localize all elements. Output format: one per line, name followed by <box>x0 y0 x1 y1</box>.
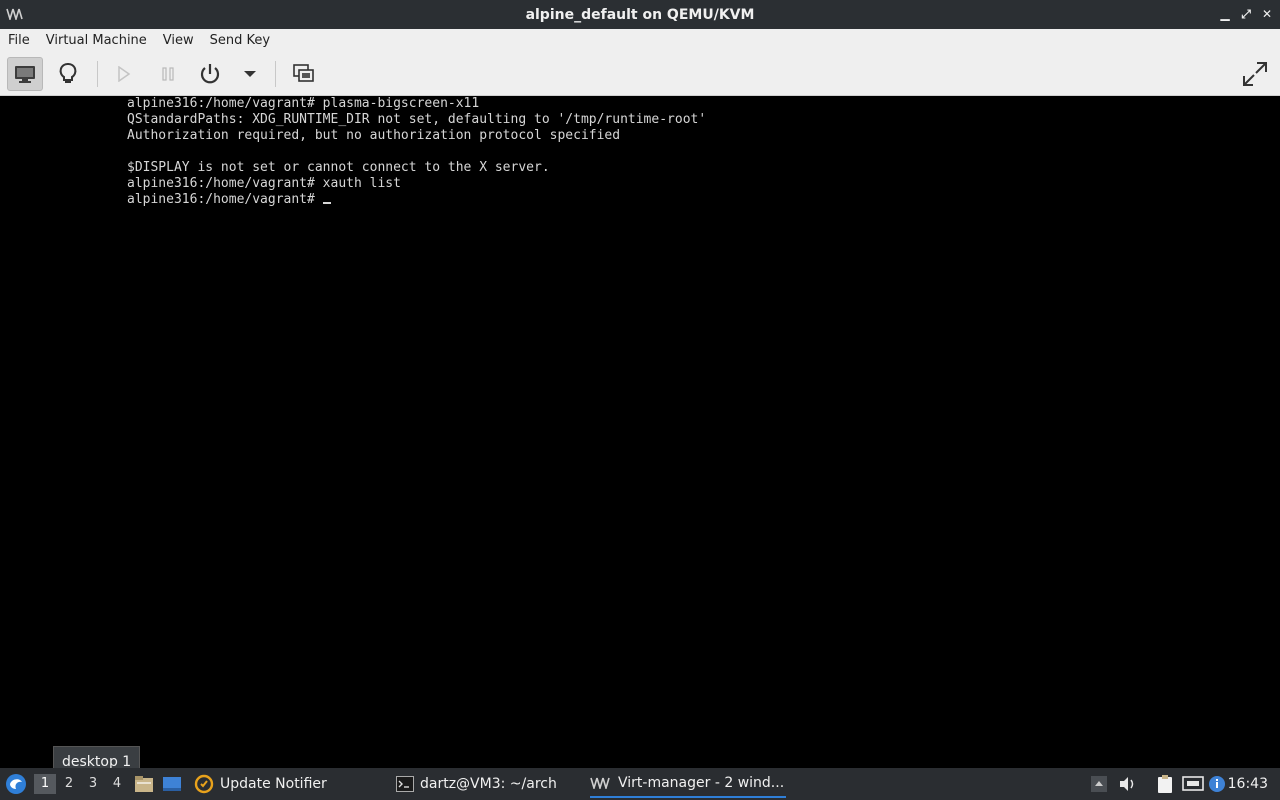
menu-virtual-machine[interactable]: Virtual Machine <box>38 29 155 53</box>
desktop-2-button[interactable]: 2 <box>58 774 80 794</box>
fullscreen-button[interactable] <box>1237 57 1273 91</box>
menu-file[interactable]: File <box>0 29 38 53</box>
terminal-icon <box>396 776 414 792</box>
start-menu-button[interactable] <box>5 768 27 800</box>
task-update-notifier[interactable]: Update Notifier <box>194 770 327 798</box>
close-button[interactable]: ✕ <box>1259 6 1275 22</box>
clipboard-icon <box>1158 775 1172 793</box>
console-output: alpine316:/home/vagrant# plasma-bigscree… <box>127 96 706 208</box>
notification-tray[interactable] <box>1208 768 1226 800</box>
info-icon <box>1209 776 1225 792</box>
task-virt-manager[interactable]: Virt-manager - 2 wind... <box>590 770 786 798</box>
text-cursor <box>322 202 331 204</box>
play-icon <box>118 66 131 82</box>
power-icon <box>200 64 220 84</box>
network-tray[interactable] <box>1182 768 1204 800</box>
shutdown-button[interactable] <box>192 57 228 91</box>
clipboard-tray[interactable] <box>1156 768 1174 800</box>
start-menu-icon <box>6 774 26 794</box>
window-title: alpine_default on QEMU/KVM <box>525 6 755 23</box>
vm-details-button[interactable] <box>50 57 86 91</box>
volume-tray[interactable] <box>1118 768 1138 800</box>
console-prompt-line: alpine316:/home/vagrant# <box>127 192 706 208</box>
toolbar-separator <box>97 61 98 87</box>
run-button[interactable] <box>106 57 142 91</box>
console-line: alpine316:/home/vagrant# xauth list <box>127 176 401 191</box>
desktop-4-button[interactable]: 4 <box>106 774 128 794</box>
task-label: Update Notifier <box>220 776 327 792</box>
desktop-1-button[interactable]: 1 <box>34 774 56 794</box>
folder-icon <box>135 776 153 792</box>
virt-manager-icon <box>590 777 610 789</box>
update-notifier-icon <box>194 774 214 794</box>
network-icon <box>1182 776 1204 791</box>
menubar: File Virtual Machine View Send Key <box>0 29 1280 53</box>
console-line: QStandardPaths: XDG_RUNTIME_DIR not set,… <box>127 112 707 127</box>
pause-button[interactable] <box>150 57 186 91</box>
taskbar: 1 2 3 4 Update Notifier dartz@VM3: ~/arc… <box>0 768 1280 800</box>
menu-send-key[interactable]: Send Key <box>202 29 278 53</box>
console-line: $DISPLAY is not set or cannot connect to… <box>127 160 550 175</box>
pause-icon <box>162 67 174 81</box>
window-titlebar[interactable]: alpine_default on QEMU/KVM ▁ ⤢ ✕ <box>0 0 1280 29</box>
virt-manager-icon <box>6 8 23 20</box>
speaker-icon <box>1120 777 1134 791</box>
minimize-button[interactable]: ▁ <box>1217 6 1233 22</box>
task-label: dartz@VM3: ~/arch <box>420 776 557 792</box>
task-label: Virt-manager - 2 wind... <box>618 775 785 791</box>
task-terminal[interactable]: dartz@VM3: ~/arch <box>396 770 557 798</box>
console-prompt: alpine316:/home/vagrant# <box>127 192 323 207</box>
file-manager-launcher[interactable] <box>134 768 154 800</box>
lightbulb-icon <box>59 63 77 83</box>
shutdown-menu-button[interactable] <box>232 57 268 91</box>
toolbar <box>0 53 1280 96</box>
maximize-button[interactable]: ⤢ <box>1238 6 1254 22</box>
fullscreen-icon <box>1243 62 1267 86</box>
show-desktop-icon <box>163 777 181 791</box>
snapshots-icon <box>293 64 314 82</box>
tray-arrow-up-icon <box>1091 776 1107 792</box>
menu-view[interactable]: View <box>155 29 202 53</box>
vm-console[interactable]: alpine316:/home/vagrant# plasma-bigscree… <box>0 96 1280 768</box>
graphical-console-button[interactable] <box>7 57 43 91</box>
console-line: Authorization required, but no authoriza… <box>127 128 621 143</box>
clock[interactable]: 16:43 <box>1228 768 1268 800</box>
chevron-down-icon <box>244 71 256 77</box>
snapshots-button[interactable] <box>286 57 322 91</box>
show-desktop-button[interactable] <box>162 768 182 800</box>
console-line: alpine316:/home/vagrant# plasma-bigscree… <box>127 96 480 111</box>
tray-scroll-up[interactable] <box>1090 768 1108 800</box>
desktop-3-button[interactable]: 3 <box>82 774 104 794</box>
monitor-icon <box>15 66 35 83</box>
toolbar-separator <box>275 61 276 87</box>
